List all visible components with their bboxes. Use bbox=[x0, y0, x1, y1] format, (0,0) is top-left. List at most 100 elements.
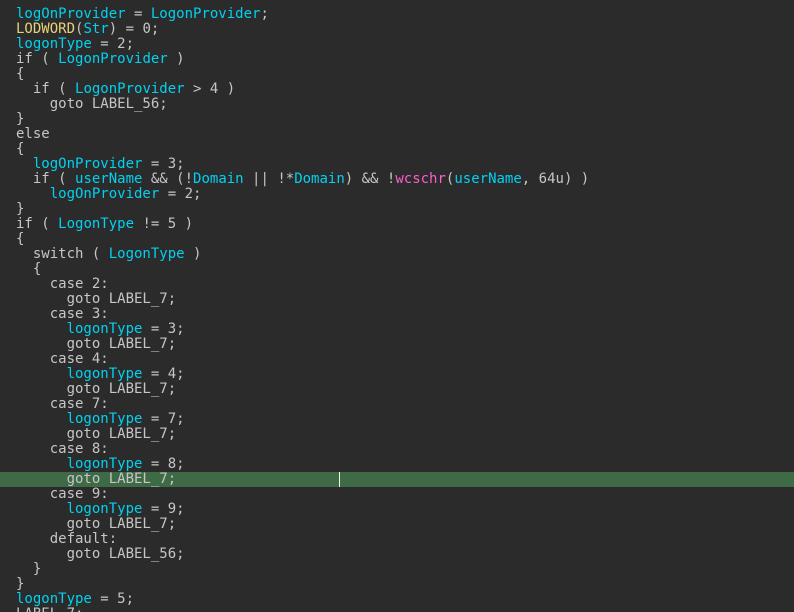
code-line[interactable]: { bbox=[0, 262, 794, 277]
code-line[interactable]: if ( LogonProvider ) bbox=[0, 52, 794, 67]
code-token: = 4; bbox=[142, 366, 185, 382]
code-token: = 8; bbox=[142, 456, 185, 472]
code-token: Domain bbox=[193, 171, 244, 187]
code-token: LODWORD bbox=[16, 21, 76, 37]
code-line[interactable]: else bbox=[0, 127, 794, 142]
code-line[interactable]: case 4: bbox=[0, 352, 794, 367]
code-token: logonType bbox=[66, 501, 143, 517]
code-line[interactable]: goto LABEL_7; bbox=[0, 337, 794, 352]
code-token: { bbox=[16, 141, 25, 157]
code-line[interactable]: logonType = 2; bbox=[0, 37, 794, 52]
code-token: goto LABEL_56; bbox=[16, 546, 185, 562]
code-token: goto LABEL_7; bbox=[16, 471, 177, 487]
code-token: userName bbox=[75, 171, 143, 187]
code-token: case 7: bbox=[16, 396, 109, 412]
code-token: goto LABEL_7; bbox=[16, 291, 177, 307]
code-token: logonType bbox=[66, 456, 143, 472]
code-line[interactable]: goto LABEL_7; bbox=[0, 292, 794, 307]
code-line[interactable]: } bbox=[0, 577, 794, 592]
code-token: ) bbox=[167, 51, 185, 67]
code-line[interactable]: LABEL_7: bbox=[0, 607, 794, 612]
code-line[interactable]: goto LABEL_7; bbox=[0, 517, 794, 532]
code-line[interactable]: } bbox=[0, 112, 794, 127]
code-token: = 3; bbox=[142, 156, 185, 172]
code-token: logonType bbox=[66, 411, 143, 427]
code-token: LogonProvider bbox=[150, 6, 261, 22]
code-line[interactable]: switch ( LogonType ) bbox=[0, 247, 794, 262]
code-token: logOnProvider bbox=[49, 186, 160, 202]
code-line[interactable]: { bbox=[0, 142, 794, 157]
code-line-current[interactable]: goto LABEL_7; bbox=[0, 472, 794, 487]
code-token: logonType bbox=[16, 591, 92, 607]
code-token: LogonType bbox=[108, 246, 185, 262]
code-token: = bbox=[125, 6, 151, 22]
code-line[interactable]: } bbox=[0, 202, 794, 217]
code-token: userName bbox=[454, 171, 522, 187]
code-token: LogonType bbox=[58, 216, 135, 232]
code-token: { bbox=[16, 66, 25, 82]
code-token: } bbox=[16, 111, 25, 127]
code-editor[interactable]: logOnProvider = LogonProvider; LODWORD(St… bbox=[0, 0, 794, 612]
code-line[interactable]: logonType = 5; bbox=[0, 592, 794, 607]
code-line[interactable]: case 2: bbox=[0, 277, 794, 292]
code-line[interactable]: goto LABEL_56; bbox=[0, 547, 794, 562]
code-line[interactable]: default: bbox=[0, 532, 794, 547]
code-token: ) && ! bbox=[344, 171, 396, 187]
code-token: wcschr bbox=[395, 171, 446, 187]
code-token: Str bbox=[83, 21, 109, 37]
code-token: Domain bbox=[294, 171, 345, 187]
code-line[interactable]: goto LABEL_7; bbox=[0, 382, 794, 397]
code-token: } bbox=[16, 576, 25, 592]
code-line[interactable]: logOnProvider = 2; bbox=[0, 187, 794, 202]
code-line[interactable]: { bbox=[0, 232, 794, 247]
code-token: goto LABEL_56; bbox=[16, 96, 168, 112]
code-line[interactable]: LODWORD(Str) = 0; bbox=[0, 22, 794, 37]
code-token: = 7; bbox=[142, 411, 185, 427]
code-token: goto LABEL_7; bbox=[16, 336, 177, 352]
code-line[interactable]: case 7: bbox=[0, 397, 794, 412]
code-line[interactable]: goto LABEL_7; bbox=[0, 427, 794, 442]
code-token: goto LABEL_7; bbox=[16, 516, 177, 532]
code-line[interactable]: logonType = 7; bbox=[0, 412, 794, 427]
code-line[interactable]: if ( LogonType != 5 ) bbox=[0, 217, 794, 232]
code-line[interactable]: logonType = 9; bbox=[0, 502, 794, 517]
code-line[interactable]: logonType = 8; bbox=[0, 457, 794, 472]
code-line[interactable]: { bbox=[0, 67, 794, 82]
code-token: { bbox=[16, 231, 25, 247]
code-line[interactable]: case 8: bbox=[0, 442, 794, 457]
code-line[interactable]: if ( userName && (!Domain || !*Domain) &… bbox=[0, 172, 794, 187]
code-line[interactable]: if ( LogonProvider > 4 ) bbox=[0, 82, 794, 97]
code-token: logonType bbox=[66, 366, 143, 382]
code-token: else bbox=[16, 126, 50, 142]
code-token: logonType bbox=[66, 321, 143, 337]
code-token: LABEL_7: bbox=[16, 606, 83, 612]
code-token: logOnProvider bbox=[32, 156, 143, 172]
code-line[interactable]: logOnProvider = 3; bbox=[0, 157, 794, 172]
code-token: ) = 0; bbox=[108, 21, 160, 37]
code-token: case 2: bbox=[16, 276, 109, 292]
code-token: if ( bbox=[16, 216, 59, 232]
code-token: = 2; bbox=[159, 186, 202, 202]
code-line[interactable]: } bbox=[0, 562, 794, 577]
code-token: = 9; bbox=[142, 501, 185, 517]
code-line[interactable]: goto LABEL_56; bbox=[0, 97, 794, 112]
code-line[interactable]: case 9: bbox=[0, 487, 794, 502]
code-token: case 4: bbox=[16, 351, 109, 367]
code-token: } bbox=[16, 201, 25, 217]
code-line[interactable]: logOnProvider = LogonProvider; bbox=[0, 7, 794, 22]
code-line[interactable]: logonType = 4; bbox=[0, 367, 794, 382]
code-token: { bbox=[16, 261, 42, 277]
code-token: , 64u) ) bbox=[521, 171, 590, 187]
code-line[interactable]: logonType = 3; bbox=[0, 322, 794, 337]
code-token: case 8: bbox=[16, 441, 109, 457]
code-token: } bbox=[16, 561, 42, 577]
code-token: if ( bbox=[16, 51, 59, 67]
code-line[interactable]: case 3: bbox=[0, 307, 794, 322]
code-token: logOnProvider bbox=[16, 6, 126, 22]
code-token: ; bbox=[260, 6, 269, 22]
